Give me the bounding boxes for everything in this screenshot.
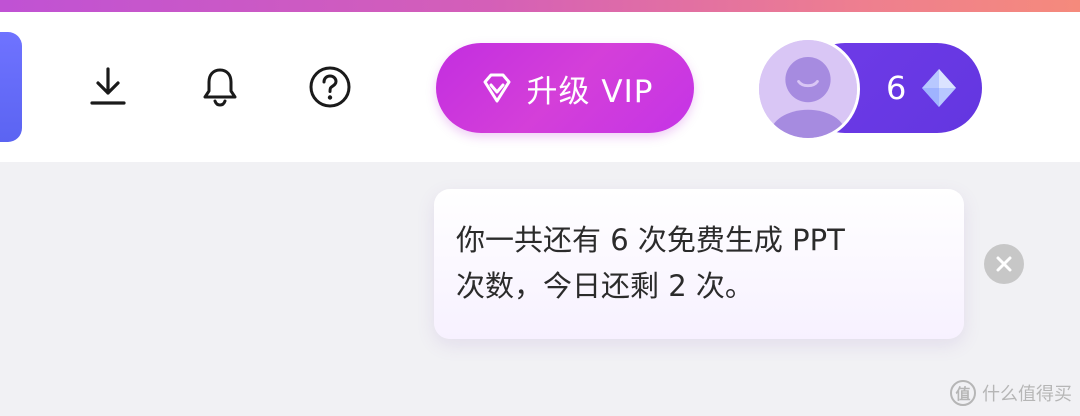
help-icon [309, 66, 351, 108]
user-avatar[interactable] [756, 37, 860, 141]
close-tooltip-button[interactable] [984, 244, 1024, 284]
watermark-text: 什么值得买 [982, 384, 1072, 405]
upgrade-vip-button[interactable]: 升级 VIP [436, 43, 694, 133]
diamond-outline-icon [483, 73, 511, 103]
side-panel-tab[interactable] [0, 32, 22, 142]
upgrade-vip-label: 升级 VIP [526, 73, 654, 110]
download-icon [90, 67, 126, 105]
notifications-button[interactable] [192, 59, 248, 115]
tooltip-message: 你一共还有 6 次免费生成 PPT 次数，今日还剩 2 次。 [456, 223, 845, 303]
free-credits-tooltip: 你一共还有 6 次免费生成 PPT 次数，今日还剩 2 次。 [434, 189, 964, 339]
avatar-icon [759, 40, 857, 138]
diamond-icon [922, 69, 956, 107]
close-icon [996, 256, 1012, 272]
site-watermark: 值 什么值得买 [950, 378, 1072, 408]
watermark-badge: 值 [950, 380, 976, 406]
help-button[interactable] [302, 59, 358, 115]
top-gradient-strip [0, 0, 1080, 12]
download-button[interactable] [80, 59, 136, 115]
bell-icon [203, 68, 237, 107]
credits-count: 6 [886, 69, 907, 107]
top-header-bar: 升级 VIP 6 [0, 12, 1080, 162]
